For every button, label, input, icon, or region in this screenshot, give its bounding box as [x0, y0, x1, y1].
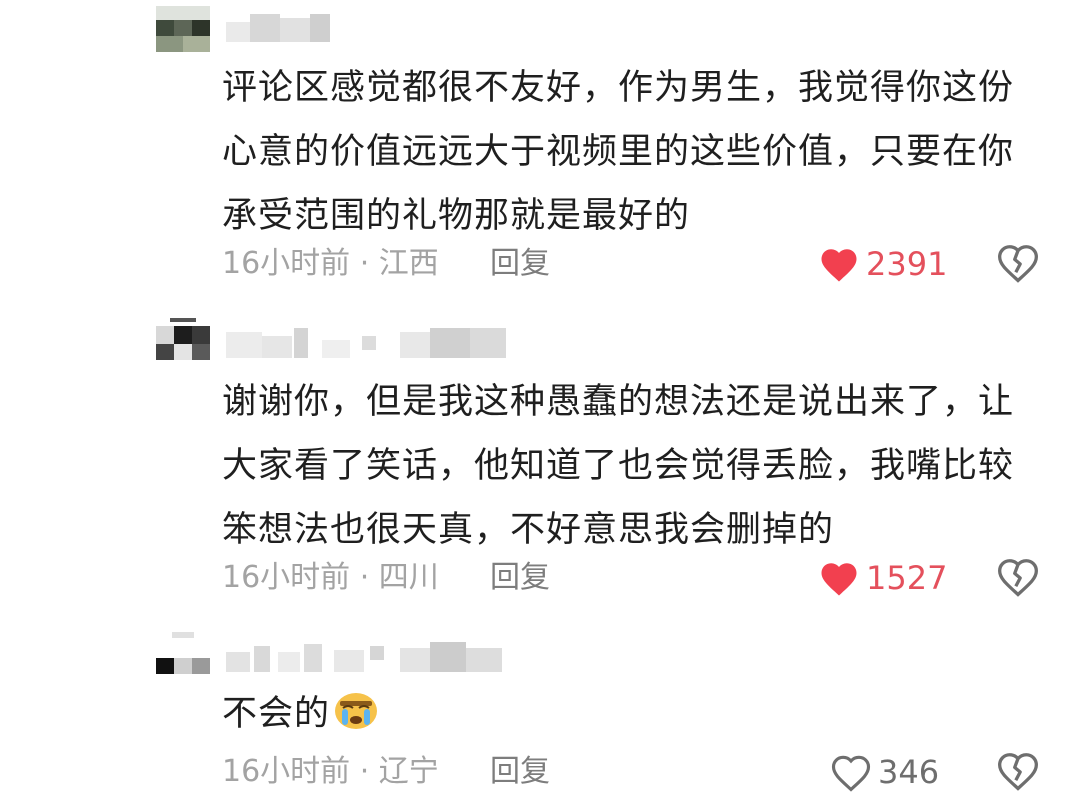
broken-heart-icon [998, 245, 1038, 283]
like-button[interactable]: 346 [830, 750, 939, 794]
comment-text: 不会的 [222, 682, 1042, 752]
timestamp: 16小时前 [222, 560, 351, 595]
comment-meta: 16小时前 · 江西 [222, 244, 439, 284]
meta-separator: · [350, 754, 379, 789]
comment-text-line: 笨想法也很天真，不好意思我会删掉的 [222, 510, 835, 550]
dislike-button[interactable] [996, 242, 1040, 286]
comment-meta: 16小时前 · 四川 [222, 558, 439, 598]
username-blurred[interactable] [222, 322, 522, 362]
comment-meta: 16小时前 · 辽宁 [222, 752, 439, 792]
comment-text: 谢谢你，但是我这种愚蠢的想法还是说出来了，让 大家看了笑话，他知道了也会觉得丢脸… [222, 370, 1042, 562]
like-count: 2391 [866, 245, 948, 283]
username-blurred[interactable] [222, 636, 522, 676]
dislike-button[interactable] [996, 556, 1040, 600]
reply-button[interactable]: 回复 [490, 752, 550, 792]
comment-text-line: 承受范围的礼物那就是最好的 [222, 196, 691, 236]
timestamp: 16小时前 [222, 246, 351, 281]
dislike-button[interactable] [996, 750, 1040, 794]
meta-separator: · [350, 560, 379, 595]
location: 四川 [378, 560, 439, 595]
avatar[interactable] [156, 314, 210, 360]
crying-face-emoji-icon [334, 688, 378, 752]
comment-text-line: 不会的 [222, 682, 1042, 752]
meta-separator: · [350, 246, 379, 281]
reply-button[interactable]: 回复 [490, 558, 550, 598]
comment-text: 评论区感觉都很不友好，作为男生，我觉得你这份 心意的价值远远大于视频里的这些价值… [222, 56, 1042, 248]
broken-heart-icon [998, 559, 1038, 597]
timestamp: 16小时前 [222, 754, 351, 789]
heart-filled-icon [821, 563, 857, 596]
like-button[interactable]: 1527 [818, 556, 947, 600]
like-button[interactable]: 2391 [818, 242, 947, 286]
avatar[interactable] [156, 628, 210, 674]
comment-text-line: 谢谢你，但是我这种愚蠢的想法还是说出来了，让 [222, 382, 1015, 422]
comment-text-line: 评论区感觉都很不友好，作为男生，我觉得你这份 [222, 68, 1015, 108]
comment-text-line: 大家看了笑话，他知道了也会觉得丢脸，我嘴比较 [222, 446, 1015, 486]
comment-list: 评论区感觉都很不友好，作为男生，我觉得你这份 心意的价值远远大于视频里的这些价值… [0, 0, 1080, 804]
reply-button[interactable]: 回复 [490, 244, 550, 284]
heart-filled-icon [821, 249, 857, 282]
like-count: 346 [878, 753, 940, 791]
username-blurred[interactable] [222, 8, 522, 48]
location: 辽宁 [378, 754, 439, 789]
heart-outline-icon [831, 755, 871, 792]
comment-text-line: 心意的价值远远大于视频里的这些价值，只要在你 [222, 132, 1015, 172]
like-count: 1527 [866, 559, 948, 597]
avatar[interactable] [156, 6, 210, 52]
comment-text-content: 不会的 [222, 694, 331, 734]
location: 江西 [378, 246, 439, 281]
broken-heart-icon [998, 753, 1038, 791]
